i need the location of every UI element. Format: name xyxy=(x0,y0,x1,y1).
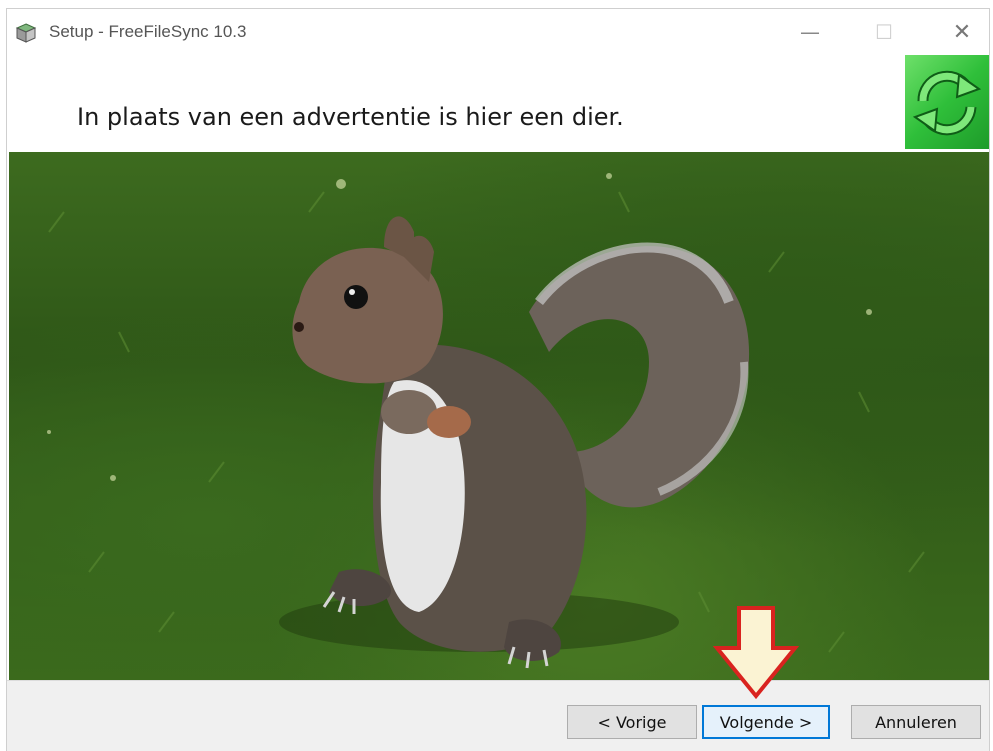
page-title: In plaats van een advertentie is hier ee… xyxy=(77,103,624,131)
setup-window: Setup - FreeFileSync 10.3 — ☐ ✕ In plaat… xyxy=(6,8,990,751)
previous-button[interactable]: < Vorige xyxy=(567,705,697,739)
close-button[interactable]: ✕ xyxy=(947,19,977,45)
title-bar: Setup - FreeFileSync 10.3 — ☐ ✕ xyxy=(7,9,989,53)
setup-box-icon xyxy=(15,22,37,44)
cancel-button[interactable]: Annuleren xyxy=(851,705,981,739)
minimize-button[interactable]: — xyxy=(795,19,825,45)
squirrel-photo xyxy=(9,152,989,680)
maximize-button[interactable]: ☐ xyxy=(869,19,899,45)
freefilesync-sync-arrows-icon xyxy=(905,55,989,149)
page-header: In plaats van een advertentie is hier ee… xyxy=(7,53,989,152)
wizard-footer: < Vorige Volgende > Annuleren xyxy=(7,680,989,751)
next-button[interactable]: Volgende > xyxy=(702,705,830,739)
window-title: Setup - FreeFileSync 10.3 xyxy=(49,22,247,41)
